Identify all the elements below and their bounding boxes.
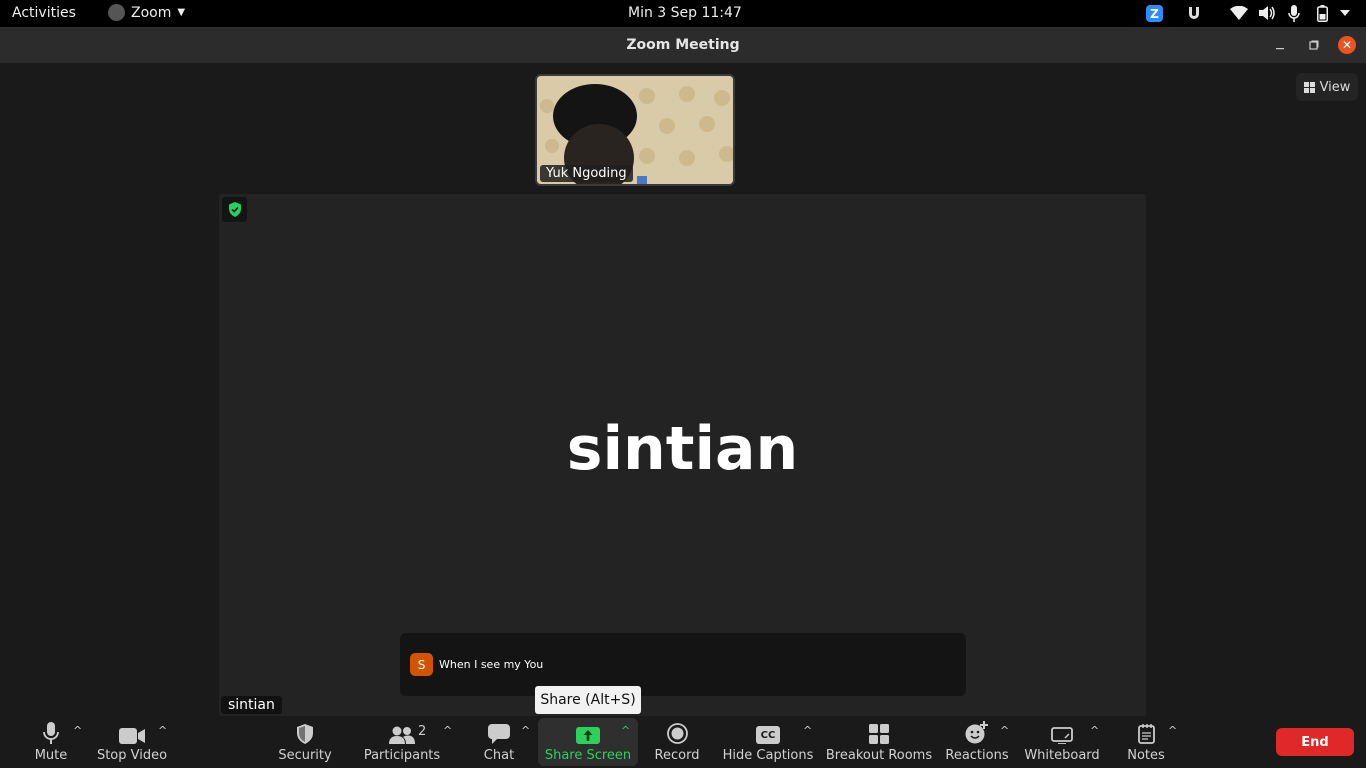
chat-bubble-icon xyxy=(488,724,510,744)
caret-down-icon: ▼ xyxy=(177,7,186,18)
notes-label: Notes xyxy=(1127,748,1165,763)
whiteboard-label: Whiteboard xyxy=(1024,748,1100,763)
hide-captions-label: Hide Captions xyxy=(722,748,814,763)
security-shield-icon xyxy=(297,724,313,744)
mute-button[interactable]: Mute xyxy=(26,716,76,768)
share-options-caret-icon[interactable]: ^ xyxy=(621,724,630,737)
app-menu[interactable]: Zoom ▼ xyxy=(108,4,185,21)
stop-video-label: Stop Video xyxy=(96,748,168,763)
encryption-shield-icon[interactable] xyxy=(222,197,247,222)
participant-video-thumbnail[interactable]: Yuk Ngoding xyxy=(535,74,735,186)
participants-icon xyxy=(389,726,415,744)
chat-label: Chat xyxy=(483,748,515,763)
window-title-bar: Zoom Meeting ✕ xyxy=(0,27,1366,63)
meeting-stage: View Yuk Ngoding sintian sintian S When … xyxy=(0,63,1366,716)
participant-name-label: Yuk Ngoding xyxy=(540,165,633,182)
view-button-label: View xyxy=(1319,79,1351,95)
record-label: Record xyxy=(654,748,700,763)
participants-button[interactable]: Participants xyxy=(363,716,441,768)
share-tooltip: Share (Alt+S) xyxy=(535,686,641,714)
app-menu-label: Zoom xyxy=(131,4,172,21)
chat-button[interactable]: Chat xyxy=(479,716,519,768)
zoom-app-icon xyxy=(108,4,125,21)
security-label: Security xyxy=(278,748,332,763)
notes-icon xyxy=(1137,724,1155,744)
security-button[interactable]: Security xyxy=(278,716,332,768)
system-top-bar: Activities Zoom ▼ Min 3 Sep 11:47 Z xyxy=(0,0,1366,27)
captions-options-caret-icon[interactable]: ^ xyxy=(803,724,812,737)
breakout-rooms-label: Breakout Rooms xyxy=(825,748,933,763)
chat-message-text: When I see my You xyxy=(439,658,544,671)
chat-options-caret-icon[interactable]: ^ xyxy=(521,724,530,737)
record-icon xyxy=(666,723,688,744)
closed-captions-icon: CC xyxy=(756,726,780,744)
mute-options-caret-icon[interactable]: ^ xyxy=(73,724,82,737)
participants-options-caret-icon[interactable]: ^ xyxy=(443,724,452,737)
breakout-rooms-icon xyxy=(869,724,889,744)
end-meeting-button[interactable]: End xyxy=(1276,728,1354,756)
chat-notification[interactable]: S When I see my You xyxy=(400,633,966,696)
volume-icon[interactable] xyxy=(1257,3,1277,23)
whiteboard-button[interactable]: Whiteboard xyxy=(1024,716,1100,768)
reactions-smiley-icon xyxy=(965,721,988,744)
share-screen-arrow-icon xyxy=(576,727,600,744)
participants-count: 2 xyxy=(418,724,427,739)
meeting-toolbar: Mute ^ Stop Video ^ Security Participant… xyxy=(0,716,1366,768)
record-button[interactable]: Record xyxy=(652,716,702,768)
whiteboard-options-caret-icon[interactable]: ^ xyxy=(1090,724,1099,737)
breakout-rooms-button[interactable]: Breakout Rooms xyxy=(825,716,933,768)
maximize-icon[interactable] xyxy=(1306,37,1322,53)
mute-label: Mute xyxy=(34,748,68,763)
window-title: Zoom Meeting xyxy=(626,37,740,53)
close-icon[interactable]: ✕ xyxy=(1338,36,1356,54)
speaker-name-label: sintian xyxy=(221,696,282,714)
system-menu-chevron-down-icon[interactable] xyxy=(1337,3,1353,23)
whiteboard-icon xyxy=(1051,727,1073,744)
activities-button[interactable]: Activities xyxy=(12,5,76,21)
active-speaker-name: sintian xyxy=(566,414,799,484)
zoom-tray-icon[interactable]: Z xyxy=(1146,5,1163,22)
hide-captions-button[interactable]: CC Hide Captions xyxy=(722,716,814,768)
magnet-tray-icon[interactable] xyxy=(1185,3,1203,23)
participants-label: Participants xyxy=(363,748,441,763)
wifi-icon[interactable] xyxy=(1229,3,1249,23)
notes-options-caret-icon[interactable]: ^ xyxy=(1168,724,1177,737)
notes-button[interactable]: Notes xyxy=(1126,716,1166,768)
avatar: S xyxy=(410,653,433,676)
microphone-icon[interactable] xyxy=(1285,3,1303,23)
view-button[interactable]: View xyxy=(1296,73,1358,101)
battery-icon[interactable] xyxy=(1313,3,1331,23)
grid-icon xyxy=(1303,81,1315,93)
minimize-icon[interactable] xyxy=(1272,37,1288,53)
video-options-caret-icon[interactable]: ^ xyxy=(158,724,167,737)
share-screen-button[interactable]: Share Screen xyxy=(544,716,632,768)
microphone-icon xyxy=(43,722,59,744)
share-screen-label: Share Screen xyxy=(544,748,632,763)
reactions-label: Reactions xyxy=(945,748,1009,763)
reactions-options-caret-icon[interactable]: ^ xyxy=(1000,724,1009,737)
stop-video-button[interactable]: Stop Video xyxy=(97,716,167,768)
clock[interactable]: Min 3 Sep 11:47 xyxy=(628,5,742,21)
video-camera-icon xyxy=(119,728,145,744)
